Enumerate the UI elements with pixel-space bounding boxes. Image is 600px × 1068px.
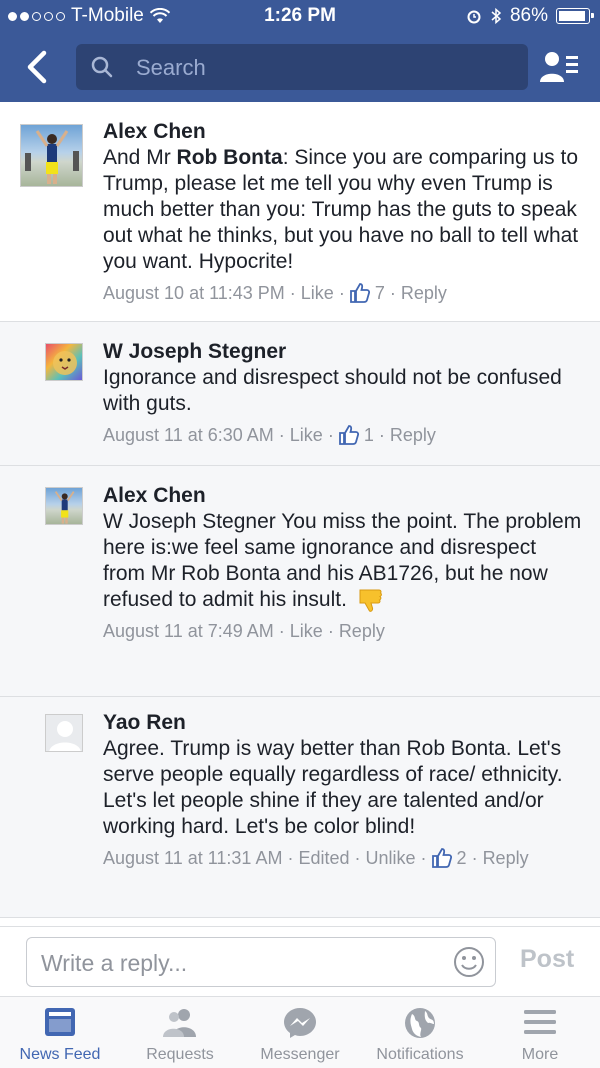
emoji-smiley-icon[interactable] — [453, 946, 485, 978]
post-button[interactable]: Post — [520, 945, 574, 974]
like-link[interactable]: Like — [290, 422, 323, 448]
tab-messenger[interactable]: Messenger — [240, 997, 360, 1068]
reply-input[interactable] — [39, 938, 443, 988]
avatar[interactable] — [45, 714, 83, 752]
comment-author[interactable]: Alex Chen — [103, 483, 582, 509]
like-count: 1 — [363, 425, 374, 445]
search-icon — [91, 56, 113, 78]
comment-timestamp[interactable]: August 11 at 7:49 AM — [103, 618, 274, 644]
mention-link[interactable]: Rob Bonta — [177, 146, 283, 169]
lion-art-image — [53, 351, 77, 375]
person-photo — [25, 130, 79, 184]
default-profile-icon — [49, 721, 81, 751]
comment-timestamp[interactable]: August 10 at 11:43 PM — [103, 280, 285, 306]
like-count: 2 — [456, 848, 467, 868]
reply-link[interactable]: Reply — [401, 280, 447, 306]
search-bar[interactable] — [76, 44, 528, 92]
comment-timestamp[interactable]: August 11 at 11:31 AM — [103, 845, 282, 871]
tab-label: Requests — [146, 1046, 214, 1063]
person-photo — [54, 491, 75, 524]
back-arrow-icon[interactable] — [22, 50, 52, 84]
reply-composer: Post — [0, 926, 600, 997]
avatar[interactable] — [20, 124, 83, 187]
comment-reply: W Joseph Stegner Ignorance and disrespec… — [0, 322, 600, 466]
navigation-bar — [0, 32, 600, 102]
globe-icon — [405, 1008, 435, 1038]
tab-requests[interactable]: Requests — [120, 997, 240, 1068]
tab-label: Messenger — [260, 1046, 340, 1063]
avatar[interactable] — [45, 487, 83, 525]
battery-percent: 86% — [509, 5, 548, 26]
friends-list-icon[interactable] — [540, 50, 580, 84]
edited-label[interactable]: Edited — [298, 845, 349, 871]
news-feed-icon — [45, 1008, 75, 1036]
comment-meta: August 11 at 6:30 AM · Like · 1 · Reply — [103, 422, 582, 448]
comment-meta: August 11 at 7:49 AM · Like · Reply — [103, 618, 582, 644]
reply-box[interactable] — [26, 937, 496, 988]
menu-icon — [524, 1010, 556, 1034]
comment: Alex Chen And Mr Rob Bonta: Since you ar… — [0, 102, 600, 322]
like-thumb-icon — [431, 848, 452, 868]
status-bar: T-Mobile 1:26 PM 86% — [0, 0, 600, 32]
battery-icon — [556, 8, 594, 24]
like-thumb-icon — [349, 283, 370, 303]
alarm-icon — [467, 10, 481, 24]
tab-bar: News Feed Requests Messenger Notificatio… — [0, 996, 600, 1068]
comment-reply: Yao Ren Agree. Trump is way better than … — [0, 697, 600, 918]
thumbs-down-emoji-icon — [359, 589, 382, 613]
tab-label: More — [521, 1046, 559, 1063]
reply-link[interactable]: Reply — [483, 845, 529, 871]
comment-author[interactable]: Alex Chen — [103, 119, 582, 145]
comment-meta: August 10 at 11:43 PM · Like · 7 · Reply — [103, 280, 582, 306]
tab-more[interactable]: More — [480, 997, 600, 1068]
like-link[interactable]: Like — [290, 618, 323, 644]
requests-icon — [163, 1009, 196, 1037]
search-input[interactable] — [134, 44, 518, 92]
like-count: 7 — [374, 283, 385, 303]
comment-meta: August 11 at 11:31 AM · Edited · Unlike … — [103, 845, 582, 871]
tab-notifications[interactable]: Notifications — [360, 997, 480, 1068]
tab-label: News Feed — [19, 1046, 101, 1063]
like-thumb-icon — [338, 425, 359, 445]
messenger-icon — [284, 1008, 316, 1038]
tab-news-feed[interactable]: News Feed — [0, 997, 120, 1068]
comment-author[interactable]: W Joseph Stegner — [103, 339, 582, 365]
avatar[interactable] — [45, 343, 83, 381]
status-right: 86% — [466, 5, 594, 27]
bluetooth-icon — [491, 7, 502, 25]
comment-timestamp[interactable]: August 11 at 6:30 AM — [103, 422, 274, 448]
comment-author[interactable]: Yao Ren — [103, 710, 582, 736]
comment-text: And Mr Rob Bonta: Since you are comparin… — [103, 146, 579, 273]
reply-link[interactable]: Reply — [339, 618, 385, 644]
tab-label: Notifications — [376, 1046, 464, 1063]
comment-text: W Joseph Stegner You miss the point. The… — [103, 509, 582, 613]
unlike-link[interactable]: Unlike — [366, 845, 416, 871]
comment-reply: Alex Chen W Joseph Stegner You miss the … — [0, 466, 600, 697]
comment-thread: Alex Chen And Mr Rob Bonta: Since you ar… — [0, 102, 600, 926]
like-link[interactable]: Like — [301, 280, 334, 306]
comment-text: Agree. Trump is way better than Rob Bont… — [103, 737, 563, 838]
reply-link[interactable]: Reply — [390, 422, 436, 448]
comment-text: Ignorance and disrespect should not be c… — [103, 366, 562, 415]
